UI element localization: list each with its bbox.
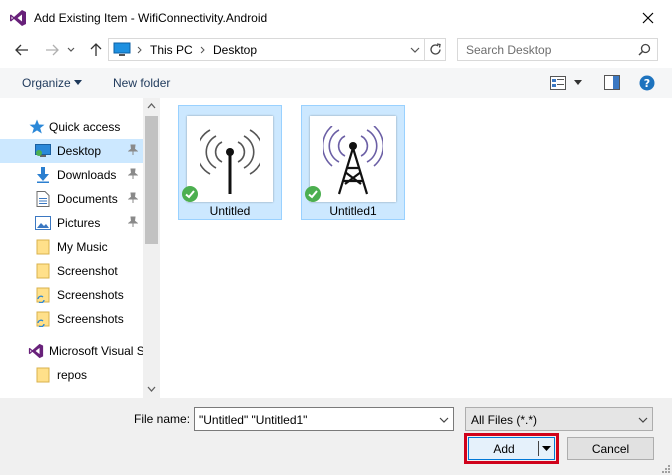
sync-status-check-icon [305,186,321,202]
sidebar-item-screenshots[interactable]: Screenshots [0,307,145,331]
sidebar-item-desktop[interactable]: Desktop [0,139,145,163]
change-view-icon[interactable] [550,76,566,90]
cell-tower-icon [323,126,383,196]
file-name-label: Untitled [209,204,251,218]
visual-studio-icon [9,9,27,27]
file-name-value: "Untitled" "Untitled1" [199,413,308,427]
desktop-icon [35,144,51,158]
add-button-label: Add [493,442,515,456]
navigation-pane: Quick access Desktop Downloads Documents… [0,98,160,398]
wifi-antenna-icon [200,126,260,196]
back-arrow-icon [15,44,29,56]
sidebar-item-visual-studio[interactable]: Microsoft Visual S [0,339,145,363]
sidebar-item-downloads[interactable]: Downloads [0,163,145,187]
help-icon[interactable]: ? [639,75,655,91]
refresh-icon[interactable] [429,43,442,56]
chevron-down-icon[interactable] [574,80,582,85]
up-arrow-icon [90,43,102,57]
back-button[interactable] [12,40,32,60]
file-name-input[interactable]: "Untitled" "Untitled1" [194,407,454,431]
file-name-label: Untitled1 [329,204,377,218]
cancel-button[interactable]: Cancel [567,437,654,460]
organize-button[interactable]: Organize [22,76,71,90]
scroll-down-icon[interactable] [147,386,156,392]
sidebar-item-my-music[interactable]: My Music [0,235,145,259]
file-thumbnail [187,116,273,202]
new-folder-button[interactable]: New folder [113,76,170,90]
search-input[interactable]: Search Desktop [457,38,658,61]
folder-icon [36,239,50,255]
pin-icon[interactable] [128,192,138,204]
divider [538,441,539,456]
file-name-label: File name: [134,412,191,426]
window-title: Add Existing Item - WifiConnectivity.And… [34,11,268,25]
synced-folder-icon [36,311,50,327]
scrollbar-thumb[interactable] [145,116,158,244]
sidebar-item-screenshot[interactable]: Screenshot [0,259,145,283]
folder-icon [36,263,50,279]
file-item-untitled1[interactable]: Untitled1 [301,105,405,220]
close-button[interactable] [628,4,668,32]
breadcrumb-this-pc[interactable]: This PC [150,43,193,57]
chevron-down-icon [67,47,75,53]
close-icon [642,12,654,24]
forward-button[interactable] [42,40,62,60]
sidebar-quick-access[interactable]: Quick access [0,115,145,139]
recent-locations-button[interactable] [64,40,78,60]
synced-folder-icon [36,287,50,303]
breadcrumb-desktop[interactable]: Desktop [213,43,257,57]
pictures-icon [35,216,51,230]
file-type-select[interactable]: All Files (*.*) [465,407,653,431]
sidebar-item-screenshots[interactable]: Screenshots [0,283,145,307]
address-bar[interactable]: This PC Desktop [108,38,446,61]
chevron-down-icon [638,417,648,423]
address-dropdown-icon[interactable] [410,47,420,53]
forward-arrow-icon [45,44,59,56]
up-button[interactable] [86,40,106,60]
pin-icon[interactable] [128,144,138,156]
sidebar-item-pictures[interactable]: Pictures [0,211,145,235]
folder-icon [36,367,50,383]
file-item-untitled[interactable]: Untitled [178,105,282,220]
chevron-down-icon [74,80,82,85]
scroll-up-icon[interactable] [147,103,156,109]
file-type-value: All Files (*.*) [471,413,538,427]
star-icon [29,119,45,134]
pin-icon[interactable] [128,216,138,228]
svg-text:?: ? [644,77,650,90]
divider [424,39,425,60]
pin-icon[interactable] [128,168,138,180]
resize-grip-icon[interactable] [660,463,670,473]
sync-status-check-icon [182,186,198,202]
chevron-right-icon [200,46,206,54]
sidebar-item-documents[interactable]: Documents [0,187,145,211]
search-placeholder: Search Desktop [466,43,552,57]
documents-icon [36,191,50,207]
add-dropdown-icon[interactable] [542,446,551,451]
file-thumbnail [310,116,396,202]
chevron-right-icon [137,46,143,54]
preview-pane-icon[interactable] [604,75,620,90]
sidebar-item-repos[interactable]: repos [0,363,145,387]
chevron-down-icon[interactable] [439,417,449,423]
toolbar [0,68,672,98]
visual-studio-icon [28,343,44,359]
search-icon [638,43,651,56]
cancel-button-label: Cancel [591,442,630,456]
this-pc-icon [113,42,131,57]
downloads-icon [36,167,50,183]
